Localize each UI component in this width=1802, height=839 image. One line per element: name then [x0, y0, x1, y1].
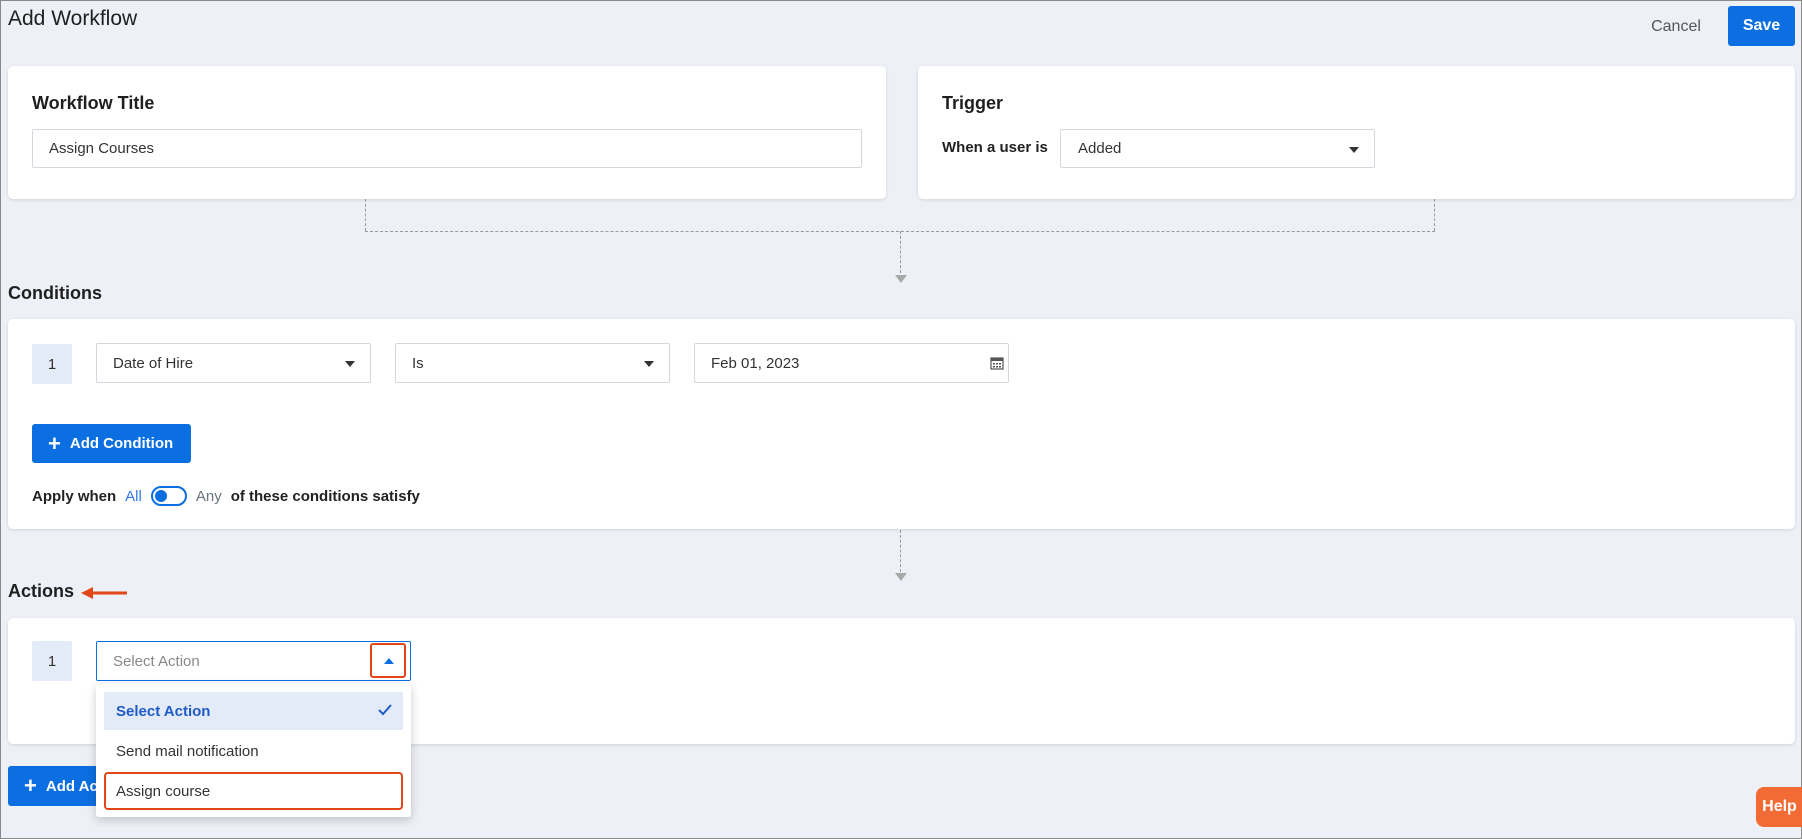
option-label: Assign course: [116, 782, 211, 800]
condition-field-select[interactable]: Date of Hire: [96, 343, 371, 383]
workflow-title-input[interactable]: Assign Courses: [32, 129, 862, 168]
action-select[interactable]: Select Action: [96, 641, 411, 681]
action-select-placeholder: Select Action: [113, 652, 200, 670]
connector-line: [1434, 199, 1435, 231]
dropdown-option-select-action[interactable]: Select Action: [104, 692, 403, 730]
help-button[interactable]: Help: [1756, 787, 1802, 827]
dropdown-option-assign-course[interactable]: Assign course: [104, 772, 403, 810]
dropdown-toggle[interactable]: [370, 643, 406, 678]
condition-operator-select[interactable]: Is: [395, 343, 670, 383]
condition-number: 1: [32, 344, 72, 384]
option-label: Send mail notification: [116, 742, 259, 760]
condition-date-value: Feb 01, 2023: [711, 354, 800, 372]
trigger-heading: Trigger: [942, 93, 1004, 113]
connector-line: [365, 199, 366, 231]
add-condition-label: Add Condition: [69, 435, 174, 452]
chevron-down-icon: [644, 361, 654, 367]
option-label: Select Action: [116, 702, 211, 720]
arrow-down-icon: [895, 573, 907, 581]
cancel-button[interactable]: Cancel: [1641, 13, 1711, 41]
chevron-down-icon: [1349, 147, 1359, 153]
trigger-select[interactable]: Added: [1060, 129, 1375, 168]
add-action-label: Add Ac: [45, 777, 98, 795]
chevron-up-icon: [384, 658, 394, 664]
action-dropdown-menu: Select Action Send mail notification Ass…: [96, 684, 411, 817]
connector-line: [900, 231, 901, 273]
trigger-select-value: Added: [1078, 140, 1122, 157]
all-any-toggle[interactable]: [150, 486, 187, 506]
conditions-heading: Conditions: [8, 283, 102, 303]
condition-date-input[interactable]: Feb 01, 2023: [694, 343, 1009, 383]
calendar-icon[interactable]: [990, 356, 1004, 370]
add-condition-button[interactable]: + Add Condition: [32, 424, 191, 463]
apply-when-label: Apply when: [32, 487, 117, 505]
actions-heading: Actions: [8, 581, 75, 601]
action-number: 1: [32, 641, 72, 681]
chevron-down-icon: [345, 361, 355, 367]
apply-when-row: Apply when All Any of these conditions s…: [32, 485, 420, 507]
page-title: Add Workflow: [8, 7, 138, 30]
apply-any-option[interactable]: Any: [196, 488, 222, 505]
arrow-down-icon: [895, 275, 907, 283]
condition-operator-value: Is: [412, 354, 424, 372]
workflow-title-heading: Workflow Title: [32, 93, 155, 113]
apply-all-option[interactable]: All: [125, 488, 142, 505]
plus-icon: +: [48, 430, 61, 456]
dropdown-option-send-mail[interactable]: Send mail notification: [104, 732, 403, 770]
toggle-knob: [154, 490, 167, 502]
check-icon: [378, 704, 392, 716]
save-button[interactable]: Save: [1728, 6, 1795, 46]
plus-icon: +: [24, 773, 37, 798]
annotation-arrow-icon: [81, 587, 127, 599]
condition-field-value: Date of Hire: [113, 354, 194, 372]
connector-line: [900, 530, 901, 572]
apply-when-suffix: of these conditions satisfy: [230, 487, 420, 505]
trigger-label: When a user is: [942, 139, 1048, 156]
